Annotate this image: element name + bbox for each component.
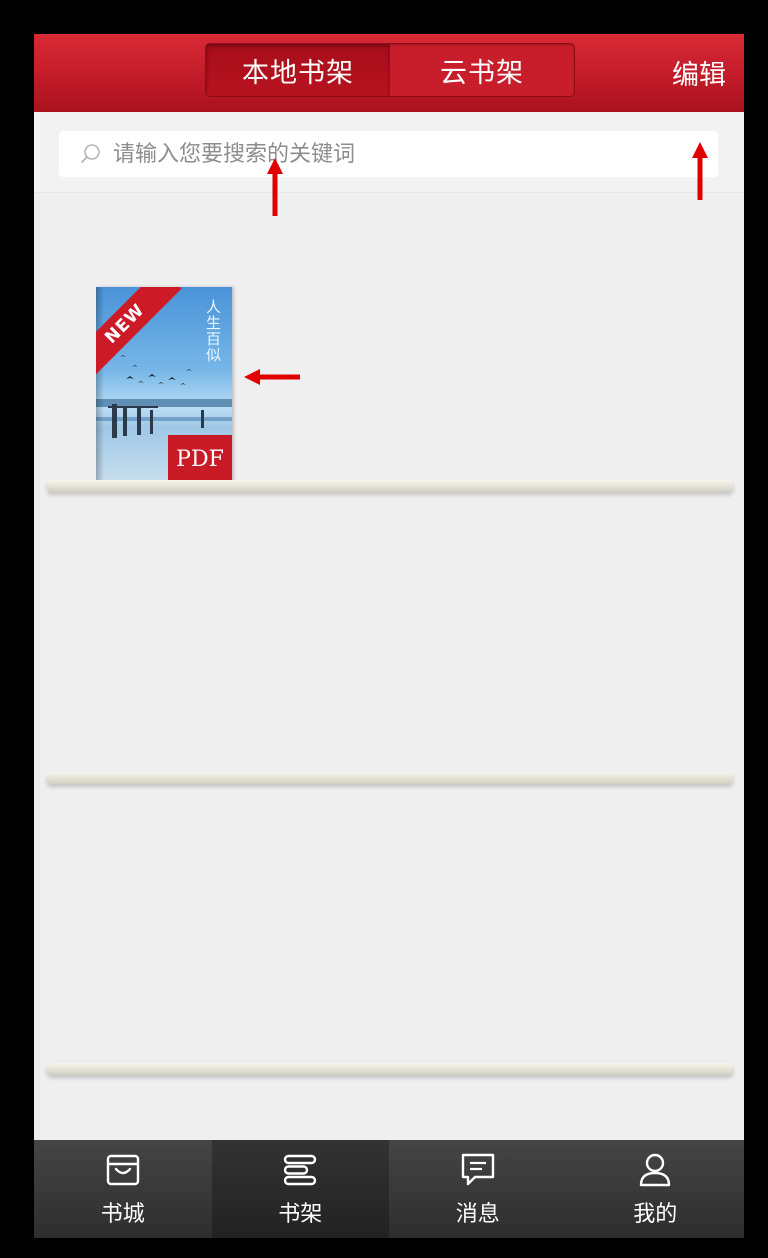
shelf-plank xyxy=(47,772,733,784)
app-screen: 本地书架 云书架 编辑 请输入您要搜索的关键词 人生百似 NEW PDF 书城 … xyxy=(34,34,744,1238)
tabbar-label: 消息 xyxy=(455,1202,500,1227)
annotation-arrow-up-icon xyxy=(692,142,708,200)
book-cover-title: 人生百似 xyxy=(204,299,222,363)
tabbar-item-messages[interactable]: 消息 xyxy=(389,1140,567,1238)
message-icon xyxy=(461,1153,494,1186)
shelf-plank xyxy=(47,1063,733,1075)
top-bar: 本地书架 云书架 编辑 xyxy=(34,34,744,112)
shelf-plank xyxy=(47,480,733,492)
edit-button[interactable]: 编辑 xyxy=(672,53,726,92)
tabbar-item-profile[interactable]: 我的 xyxy=(566,1140,744,1238)
search-input[interactable] xyxy=(111,140,675,168)
tabbar-label: 我的 xyxy=(633,1202,678,1227)
shelf-tabs: 本地书架 云书架 xyxy=(205,43,575,97)
profile-icon xyxy=(640,1153,671,1187)
book-spine xyxy=(96,287,104,483)
bookshelf-icon xyxy=(284,1154,317,1186)
tab-cloud-shelf[interactable]: 云书架 xyxy=(390,44,574,96)
search-box[interactable] xyxy=(59,131,718,177)
tabbar-label: 书架 xyxy=(278,1202,323,1227)
pdf-badge: PDF xyxy=(168,435,232,483)
bottom-tab-bar: 书城 书架 消息 我的 xyxy=(34,1140,744,1238)
tabbar-label: 书城 xyxy=(100,1202,145,1227)
tabbar-item-bookshelf[interactable]: 书架 xyxy=(211,1140,389,1238)
search-bar xyxy=(34,112,744,193)
store-icon xyxy=(106,1154,139,1186)
search-icon xyxy=(81,144,100,163)
tab-local-shelf[interactable]: 本地书架 xyxy=(206,44,390,96)
tabbar-item-store[interactable]: 书城 xyxy=(34,1140,212,1238)
annotation-arrow-up-icon xyxy=(267,158,283,216)
annotation-arrow-left-icon xyxy=(244,369,300,385)
book-cover[interactable]: 人生百似 NEW PDF xyxy=(96,287,232,483)
device-frame: 本地书架 云书架 编辑 请输入您要搜索的关键词 人生百似 NEW PDF 书城 … xyxy=(0,0,768,1258)
